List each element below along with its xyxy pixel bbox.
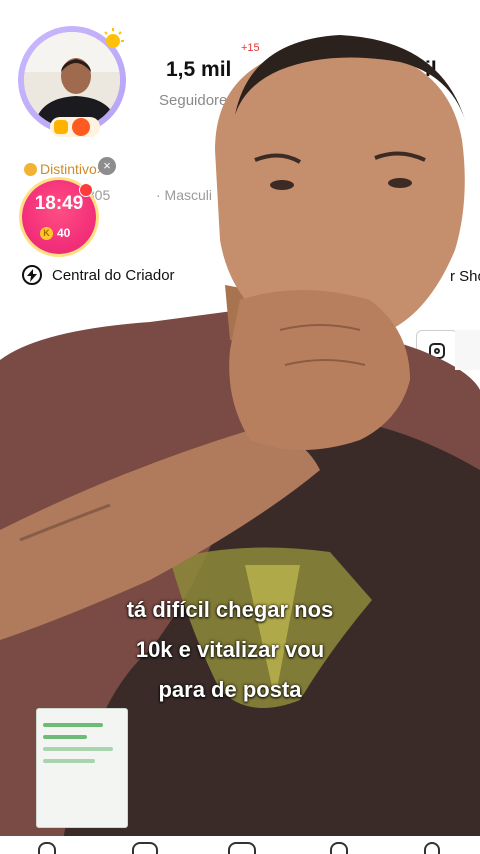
shop-link[interactable]: r Sho <box>450 268 480 285</box>
badge-square-icon <box>54 120 68 134</box>
subtitle-line: para de posta <box>158 677 302 702</box>
creator-center-label: Central do Criador <box>52 266 175 284</box>
instagram-icon[interactable] <box>416 330 458 372</box>
followers-label[interactable]: Seguidores <box>159 92 235 109</box>
medal-icon <box>24 162 37 176</box>
video-subtitle: tá difícil chegar nos 10k e vitalizar vo… <box>60 590 400 710</box>
bolt-icon <box>22 265 42 285</box>
distintivo-link[interactable]: Distintivo› <box>24 161 101 177</box>
user-gender: · Masculi <box>156 187 213 203</box>
shirt-shadow <box>60 415 480 854</box>
followers-count[interactable]: 1,5 mil <box>166 58 231 82</box>
followers-delta-badge: +15 <box>241 42 260 54</box>
creator-center-link[interactable]: Central do Criador <box>22 265 175 285</box>
person-arm <box>0 430 320 640</box>
person-head <box>215 45 465 340</box>
person-shirt <box>0 310 480 854</box>
avatar-badge <box>50 117 100 137</box>
create-icon[interactable] <box>228 842 256 854</box>
discover-icon[interactable] <box>132 842 158 854</box>
profile-screen: 1,5 mil +15 Seguidores 2 il Distintivo› … <box>0 0 480 854</box>
person-hand <box>229 290 410 450</box>
close-icon[interactable]: × <box>98 157 116 175</box>
following-count[interactable]: 2 <box>268 58 280 82</box>
coin-icon: K <box>40 226 53 240</box>
shirt-print <box>170 547 372 708</box>
distintivo-label: Distintivo› <box>40 161 102 177</box>
likes-count[interactable]: il <box>425 58 437 82</box>
sun-icon <box>96 26 126 52</box>
subtitle-line: tá difícil chegar nos <box>126 597 334 622</box>
video-thumbnail <box>36 708 128 828</box>
notification-dot <box>79 183 93 197</box>
inbox-icon[interactable] <box>330 842 348 854</box>
flower-icon <box>72 118 90 136</box>
subtitle-line: 10k e vitalizar vou <box>135 637 325 662</box>
home-icon[interactable] <box>38 842 56 854</box>
profile-icon[interactable] <box>424 842 440 854</box>
coin-amount: 40 <box>57 226 71 240</box>
timer-coins: K 40 <box>40 226 70 240</box>
